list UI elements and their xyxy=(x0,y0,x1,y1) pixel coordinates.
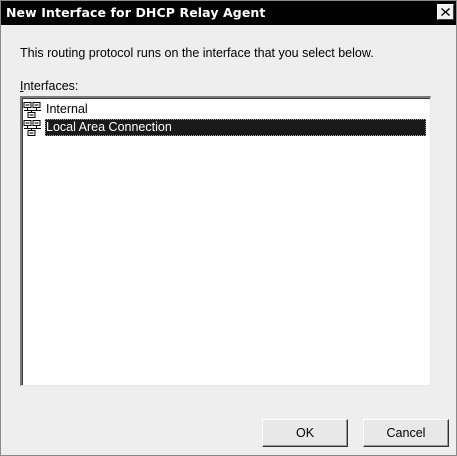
interfaces-label: Interfaces: xyxy=(20,79,78,93)
network-interface-icon xyxy=(23,119,45,136)
ok-button[interactable]: OK xyxy=(262,419,348,447)
list-item-internal[interactable]: Internal xyxy=(23,101,90,118)
dialog-window: New Interface for DHCP Relay Agent This … xyxy=(0,0,457,456)
cancel-button[interactable]: Cancel xyxy=(363,419,449,447)
network-interface-icon xyxy=(23,101,45,118)
close-button[interactable] xyxy=(437,4,454,20)
interfaces-listbox[interactable]: Internal Local Area Connection xyxy=(20,96,431,386)
list-item-label: Local Area Connection xyxy=(45,119,426,136)
interfaces-label-text: nterfaces: xyxy=(23,79,79,93)
intro-text: This routing protocol runs on the interf… xyxy=(20,46,374,60)
title-bar[interactable]: New Interface for DHCP Relay Agent xyxy=(1,1,456,25)
close-icon xyxy=(441,8,450,16)
dialog-title: New Interface for DHCP Relay Agent xyxy=(6,5,266,20)
list-item-local-area-connection[interactable]: Local Area Connection xyxy=(23,119,426,136)
list-item-label: Internal xyxy=(46,102,88,116)
